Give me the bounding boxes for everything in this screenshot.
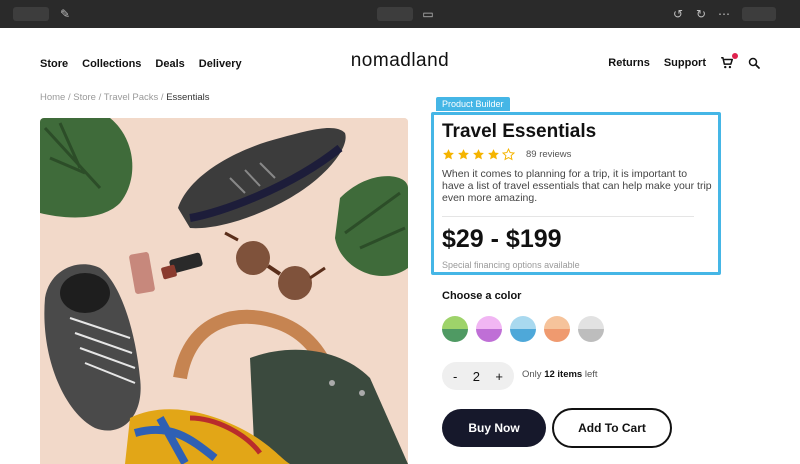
search-icon[interactable] <box>748 57 760 69</box>
browser-tab-placeholder[interactable] <box>13 7 49 21</box>
cart-icon[interactable] <box>720 53 738 70</box>
star-outline-icon <box>502 148 515 161</box>
stock-note: Only 12 items left <box>522 369 598 380</box>
product-title: Travel Essentials <box>442 121 597 142</box>
product-image[interactable] <box>40 118 408 464</box>
breadcrumb-current: Essentials <box>166 92 210 103</box>
color-label: Choose a color <box>442 290 522 302</box>
top-nav: Store Collections Deals Delivery nomadla… <box>0 28 800 98</box>
rating[interactable]: 89 reviews <box>442 148 571 161</box>
browser-chrome: ✎ ▭ ↺ ↻ ⋯ <box>0 0 800 28</box>
breadcrumb-trail[interactable]: Home / Store / Travel Packs / <box>40 92 166 103</box>
star-icon <box>473 149 484 160</box>
undo-icon[interactable]: ↺ <box>671 7 685 21</box>
star-icon <box>443 149 454 160</box>
product-builder-tag: Product Builder <box>436 97 510 111</box>
price-range: $29 - $199 <box>442 225 562 253</box>
edit-icon[interactable]: ✎ <box>58 7 72 21</box>
add-to-cart-button[interactable]: Add To Cart <box>552 408 672 448</box>
profile-placeholder[interactable] <box>742 7 776 21</box>
leaf-graphic <box>40 118 133 218</box>
color-swatch-4[interactable] <box>544 316 570 342</box>
buy-now-button[interactable]: Buy Now <box>442 409 546 447</box>
stock-count: 12 items <box>544 369 583 380</box>
color-swatch-1[interactable] <box>442 316 468 342</box>
star-icon <box>458 149 469 160</box>
stock-suffix: left <box>582 369 598 380</box>
quantity-stepper: - 2 + <box>442 362 514 390</box>
decrement-button[interactable]: - <box>453 369 457 384</box>
quantity-value[interactable]: 2 <box>473 369 480 384</box>
star-icon <box>488 149 499 160</box>
more-icon[interactable]: ⋯ <box>717 7 731 21</box>
financing-note[interactable]: Special financing options available <box>442 260 580 270</box>
address-bar-placeholder[interactable] <box>377 7 413 21</box>
color-swatches <box>442 316 604 342</box>
color-swatch-2[interactable] <box>476 316 502 342</box>
review-count[interactable]: 89 reviews <box>526 149 571 160</box>
increment-button[interactable]: + <box>495 369 503 384</box>
color-swatch-3[interactable] <box>510 316 536 342</box>
divider <box>442 216 694 217</box>
nav-returns[interactable]: Returns <box>608 57 650 69</box>
product-description: When it comes to planning for a trip, it… <box>442 168 712 204</box>
monitor-icon[interactable]: ▭ <box>421 7 435 21</box>
product-page: Store Collections Deals Delivery nomadla… <box>0 28 800 464</box>
redo-icon[interactable]: ↻ <box>694 7 708 21</box>
nav-support[interactable]: Support <box>664 57 706 69</box>
breadcrumb: Home / Store / Travel Packs / Essentials <box>40 92 210 103</box>
color-swatch-5[interactable] <box>578 316 604 342</box>
utility-nav: Returns Support <box>608 53 760 70</box>
cart-badge <box>732 53 738 59</box>
stock-prefix: Only <box>522 369 545 380</box>
